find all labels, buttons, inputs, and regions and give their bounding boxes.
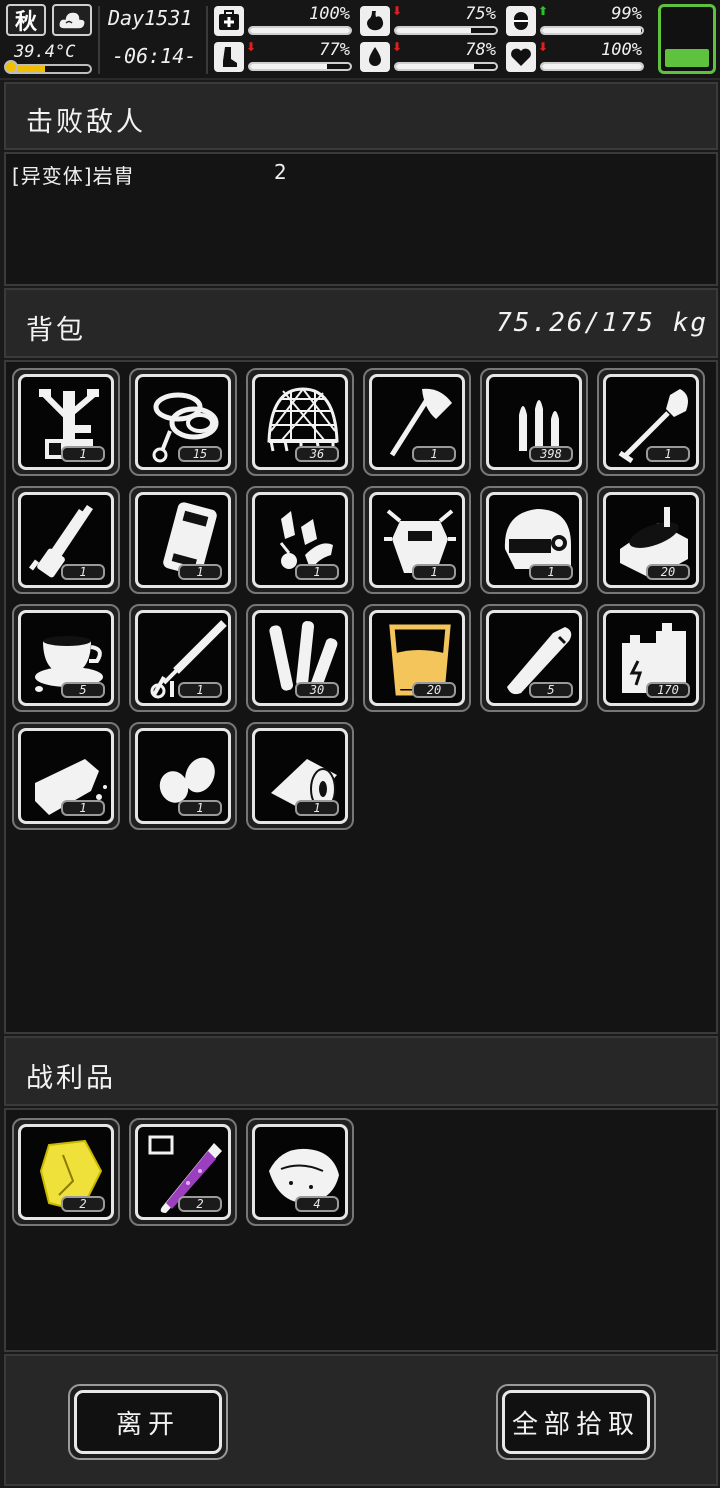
stat-value: 100%	[309, 4, 350, 24]
item-slot[interactable]: 398	[480, 368, 588, 476]
enemy-name: [异变体]岩胄	[12, 164, 135, 188]
item-quantity: 398	[529, 446, 573, 462]
day-counter: Day1531	[108, 6, 193, 30]
item-quantity: 30	[295, 682, 339, 698]
item-slot[interactable]: 20	[363, 604, 471, 712]
status-bar: 秋 39.4°C Day1531 -06:14- 100% ⬇ 75% ⬆ 99…	[0, 0, 720, 80]
item-quantity: 1	[412, 446, 456, 462]
backpack-header: 背包 75.26/175 kg	[4, 288, 718, 358]
item-slot[interactable]: 170	[597, 604, 705, 712]
item-quantity: 1	[61, 800, 105, 816]
arrow-up-icon: ⬆	[538, 4, 549, 18]
item-quantity: 4	[295, 1196, 339, 1212]
leave-button[interactable]: 离开	[68, 1384, 228, 1460]
item-slot[interactable]: 1	[363, 486, 471, 594]
item-slot[interactable]: 30	[246, 604, 354, 712]
item-slot[interactable]: 2	[12, 1118, 120, 1226]
leave-button-label: 离开	[74, 1390, 222, 1454]
heart-icon	[506, 42, 536, 72]
item-slot[interactable]: 1	[129, 722, 237, 830]
stat-heart: ⬇ 100%	[506, 40, 646, 74]
medkit-icon	[214, 6, 244, 36]
item-slot[interactable]: 5	[12, 604, 120, 712]
defeated-list: [异变体]岩胄 2	[4, 152, 718, 286]
divider	[98, 6, 100, 74]
loot-grid: 2 2 4	[4, 1108, 718, 1352]
backpack-weight: 75.26/175 kg	[496, 308, 708, 338]
item-quantity: 5	[529, 682, 573, 698]
pill-icon	[506, 6, 536, 36]
item-slot[interactable]: 2	[129, 1118, 237, 1226]
leg-icon	[214, 42, 244, 72]
item-slot[interactable]: 4	[246, 1118, 354, 1226]
item-slot[interactable]: 1	[597, 368, 705, 476]
take-all-button[interactable]: 全部拾取	[496, 1384, 656, 1460]
enemy-count: 2	[274, 160, 287, 184]
item-quantity: 1	[295, 564, 339, 580]
stat-thirst: ⬇ 78%	[360, 40, 500, 74]
item-quantity: 1	[178, 564, 222, 580]
item-slot[interactable]: 1	[129, 486, 237, 594]
item-quantity: 20	[646, 564, 690, 580]
arrow-down-icon: ⬇	[246, 40, 257, 54]
time-display: -06:14-	[112, 44, 197, 68]
item-quantity: 15	[178, 446, 222, 462]
item-slot[interactable]: 20	[597, 486, 705, 594]
item-slot[interactable]: 1	[480, 486, 588, 594]
item-quantity: 1	[646, 446, 690, 462]
item-slot[interactable]: 1	[12, 722, 120, 830]
item-slot[interactable]: 1	[12, 368, 120, 476]
loot-title: 战利品	[26, 1063, 116, 1094]
temperature-value: 39.4°C	[14, 42, 76, 62]
battery-indicator[interactable]	[658, 4, 716, 74]
defeated-header: 击败敌人	[4, 82, 718, 150]
defeated-title: 击败敌人	[26, 107, 146, 138]
thermometer-icon	[4, 60, 18, 74]
stat-stamina: ⬇ 77%	[214, 40, 354, 74]
stat-value: 75%	[465, 4, 496, 24]
stat-value: 77%	[319, 40, 350, 60]
stat-hunger: ⬇ 75%	[360, 4, 500, 38]
cloud-icon	[52, 4, 92, 36]
take-all-button-label: 全部拾取	[502, 1390, 650, 1454]
item-quantity: 1	[178, 800, 222, 816]
item-slot[interactable]: 15	[129, 368, 237, 476]
item-slot[interactable]: 1	[129, 604, 237, 712]
item-quantity: 2	[61, 1196, 105, 1212]
stat-value: 99%	[611, 4, 642, 24]
item-quantity: 36	[295, 446, 339, 462]
water-drop-icon	[360, 42, 390, 72]
stat-value: 100%	[601, 40, 642, 60]
loot-header: 战利品	[4, 1036, 718, 1106]
item-quantity: 20	[412, 682, 456, 698]
item-slot[interactable]: 1	[246, 486, 354, 594]
stat-mood: ⬆ 99%	[506, 4, 646, 38]
item-quantity: 1	[61, 446, 105, 462]
item-slot[interactable]: 1	[246, 722, 354, 830]
item-slot[interactable]: 36	[246, 368, 354, 476]
item-quantity: 1	[529, 564, 573, 580]
stomach-icon	[360, 6, 390, 36]
item-quantity: 1	[295, 800, 339, 816]
item-slot[interactable]: 1	[12, 486, 120, 594]
action-bar: 离开 全部拾取	[4, 1354, 718, 1486]
item-slot[interactable]: 1	[363, 368, 471, 476]
arrow-down-icon: ⬇	[538, 40, 549, 54]
arrow-down-icon: ⬇	[392, 4, 403, 18]
item-quantity: 2	[178, 1196, 222, 1212]
season-badge: 秋	[6, 4, 46, 36]
item-quantity: 1	[178, 682, 222, 698]
backpack-title: 背包	[26, 315, 86, 346]
temperature-bar	[6, 64, 92, 74]
arrow-down-icon: ⬇	[392, 40, 403, 54]
stat-value: 78%	[465, 40, 496, 60]
item-quantity: 5	[61, 682, 105, 698]
stat-health: 100%	[214, 4, 354, 38]
item-quantity: 1	[61, 564, 105, 580]
item-quantity: 1	[412, 564, 456, 580]
item-slot[interactable]: 5	[480, 604, 588, 712]
backpack-grid: 1 15 36 1 398 1 1 1 1 1 1 20 5 1 30 20 5 170 1 1 1	[4, 360, 718, 1034]
item-quantity: 170	[646, 682, 690, 698]
divider	[206, 6, 208, 74]
